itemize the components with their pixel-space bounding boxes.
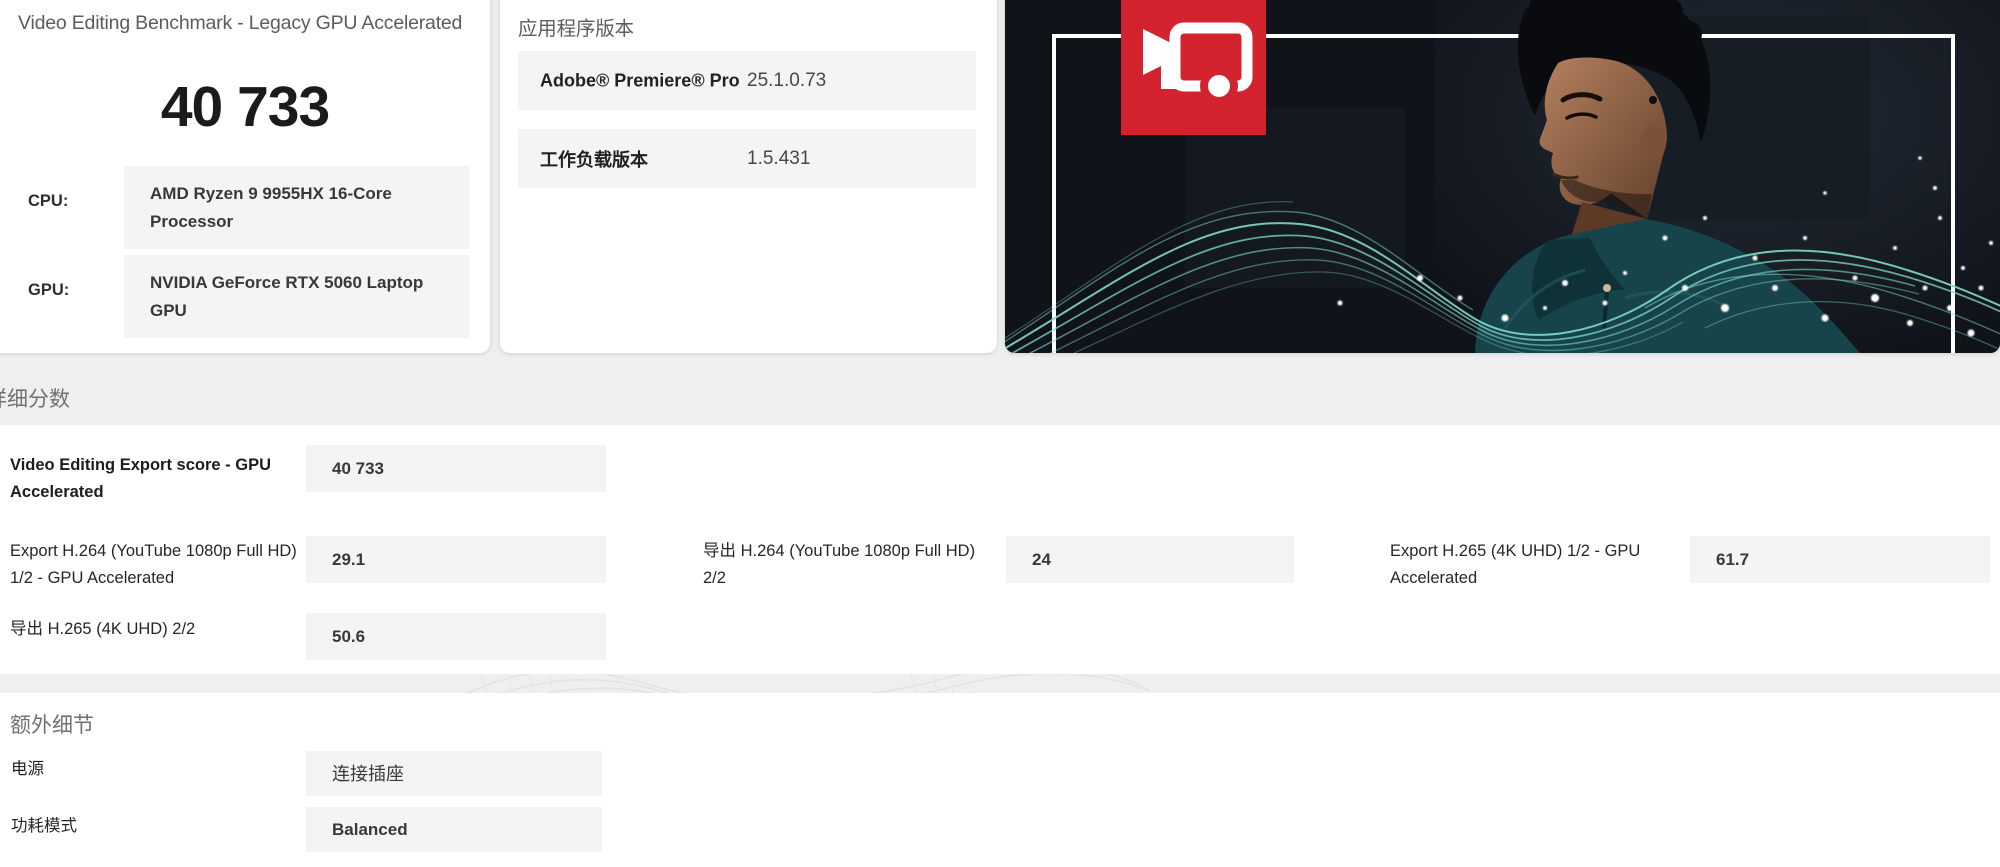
premiere-pro-version: 25.1.0.73 (747, 69, 827, 91)
power-mode-label: 功耗模式 (11, 816, 77, 835)
sub-score-label: Export H.264 (YouTube 1080p Full HD) 1/2… (10, 542, 297, 587)
extra-details-heading: 额外细节 (10, 713, 94, 737)
hero-image-card (1005, 0, 2000, 353)
primary-score-value: 40 733 (306, 445, 606, 492)
primary-score-label: Video Editing Export score - GPU Acceler… (10, 456, 271, 501)
gpu-label: GPU: (28, 281, 70, 299)
app-version-card: 应用程序版本 Adobe® Premiere® Pro 25.1.0.73 工作… (500, 0, 997, 353)
power-mode-value: Balanced (306, 807, 602, 852)
workload-version-row: 工作负载版本 1.5.431 (518, 129, 976, 188)
hero-illustration (1005, 0, 2000, 353)
workload-version-label: 工作负载版本 (540, 149, 648, 170)
cpu-label: CPU: (28, 192, 69, 210)
gpu-value: NVIDIA GeForce RTX 5060 Laptop GPU (124, 255, 469, 338)
sub-score-value: 24 (1006, 536, 1294, 583)
power-source-value: 连接插座 (306, 751, 602, 796)
benchmark-result-page: Video Editing Benchmark - Legacy GPU Acc… (0, 0, 2000, 867)
video-camera-icon (1121, 0, 1266, 135)
app-version-title: 应用程序版本 (518, 19, 634, 40)
sub-score-value: 29.1 (306, 536, 606, 583)
sub-score-value: 61.7 (1690, 536, 1990, 583)
overall-score: 40 733 (160, 75, 330, 139)
cpu-value: AMD Ryzen 9 9955HX 16-Core Processor (124, 166, 469, 249)
workload-version-value: 1.5.431 (747, 147, 811, 169)
sub-score-label: Export H.265 (4K UHD) 1/2 - GPU Accelera… (1390, 542, 1641, 587)
sub-score-label: 导出 H.265 (4K UHD) 2/2 (10, 620, 196, 638)
sub-score-value: 50.6 (306, 613, 606, 660)
power-source-label: 电源 (11, 759, 44, 778)
sub-score-label: 导出 H.264 (YouTube 1080p Full HD) 2/2 (703, 542, 976, 587)
premiere-pro-label: Adobe® Premiere® Pro (540, 70, 740, 90)
summary-card: Video Editing Benchmark - Legacy GPU Acc… (0, 0, 490, 353)
detailed-scores-heading: 详细分数 (0, 387, 70, 411)
extra-details-section: 额外细节 电源 连接插座 功耗模式 Balanced (0, 693, 2000, 867)
benchmark-title: Video Editing Benchmark - Legacy GPU Acc… (18, 12, 463, 34)
detailed-scores-section: Video Editing Export score - GPU Acceler… (0, 425, 2000, 674)
app-version-row: Adobe® Premiere® Pro 25.1.0.73 (518, 51, 976, 110)
